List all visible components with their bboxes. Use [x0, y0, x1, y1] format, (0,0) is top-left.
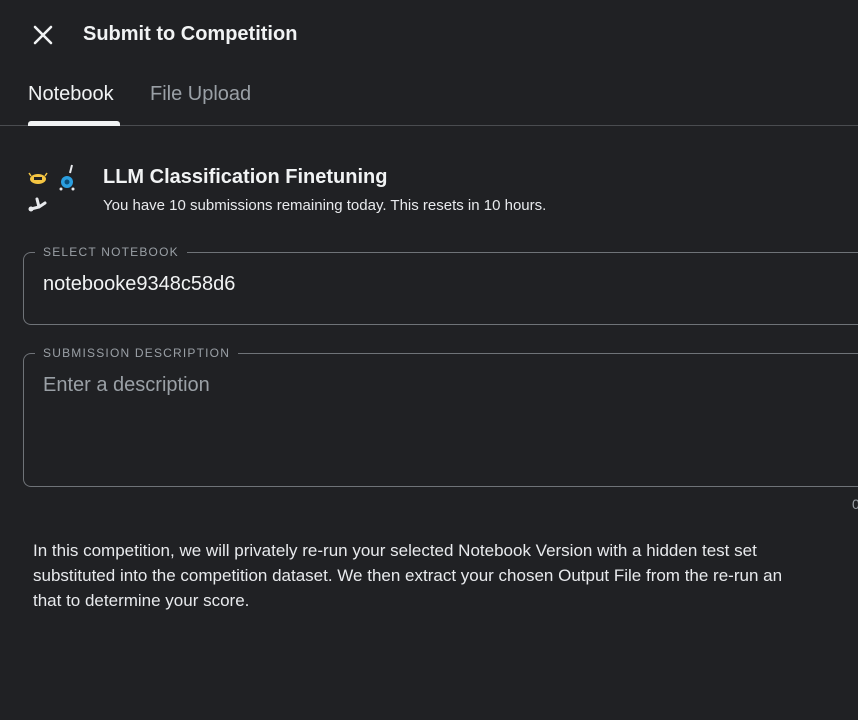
competition-title: LLM Classification Finetuning: [103, 166, 388, 188]
tab-bar: Notebook File Upload: [0, 0, 858, 126]
notebook-select-value[interactable]: notebooke9348c58d6: [43, 273, 858, 296]
info-line: In this competition, we will privately r…: [33, 541, 757, 560]
select-notebook-field[interactable]: SELECT NOTEBOOK notebooke9348c58d6: [23, 245, 858, 325]
submissions-remaining-text: You have 10 submissions remaining today.…: [103, 197, 547, 214]
active-tab-indicator: [28, 121, 120, 126]
info-line: that to determine your score.: [33, 591, 250, 610]
competition-info-text: In this competition, we will privately r…: [33, 538, 858, 613]
tab-file-upload[interactable]: File Upload: [150, 83, 251, 106]
robots-playing-icon: [28, 164, 75, 212]
description-input[interactable]: [43, 374, 833, 474]
info-line: substituted into the competition dataset…: [33, 566, 783, 585]
character-count: 0: [852, 496, 858, 512]
submission-description-label: SUBMISSION DESCRIPTION: [43, 346, 231, 360]
submission-description-field: SUBMISSION DESCRIPTION: [23, 346, 858, 487]
competition-logo: [25, 163, 81, 217]
tab-notebook[interactable]: Notebook: [28, 83, 114, 106]
select-notebook-label: SELECT NOTEBOOK: [43, 245, 179, 259]
